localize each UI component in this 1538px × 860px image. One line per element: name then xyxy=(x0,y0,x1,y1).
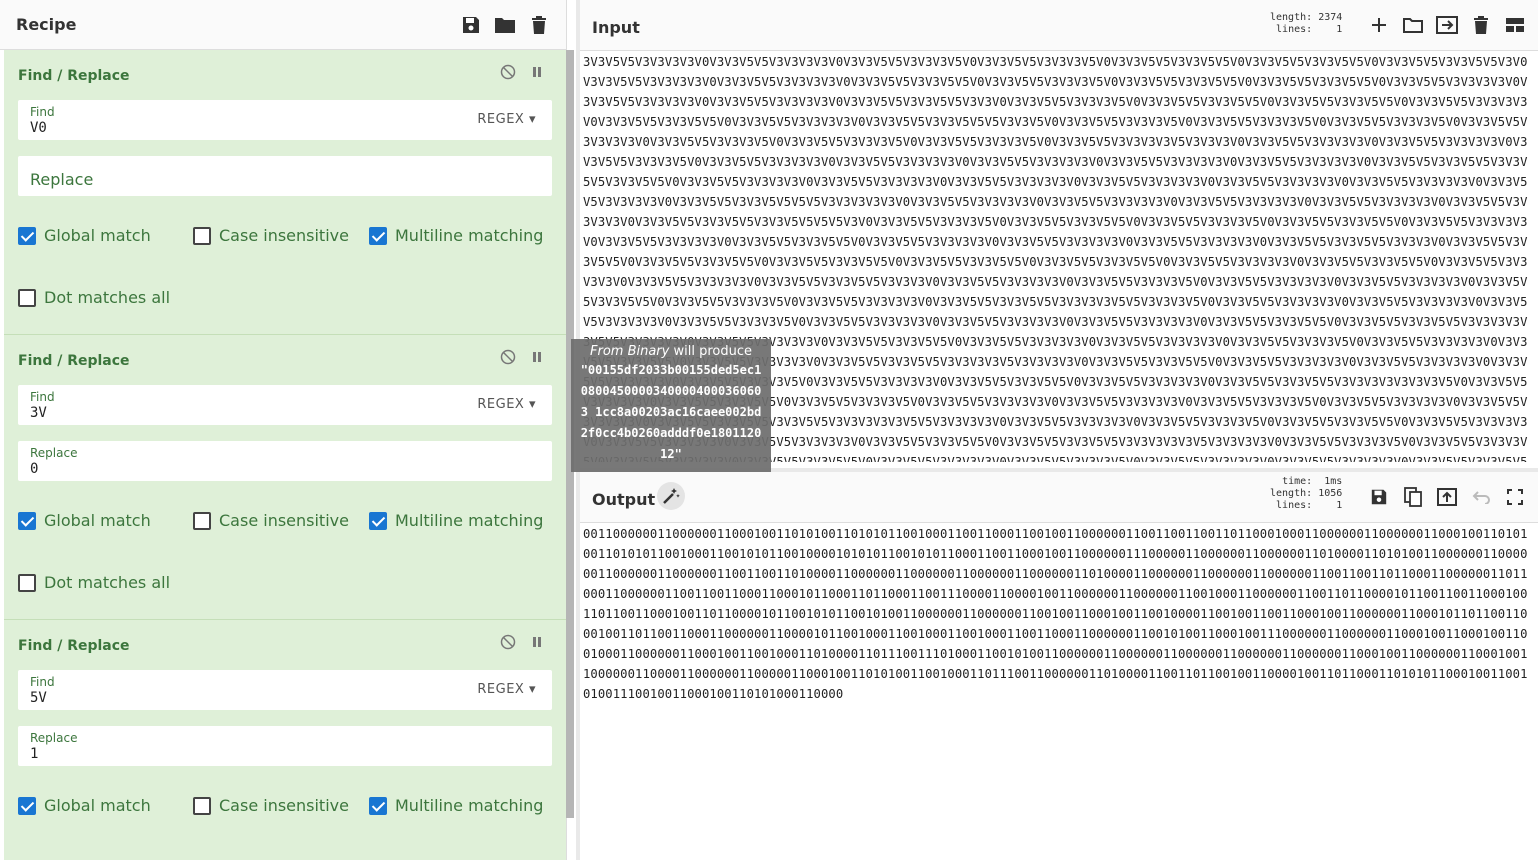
input-stats: length: 2374 lines: 1 xyxy=(1270,12,1343,35)
layout-icon[interactable] xyxy=(1504,14,1526,36)
dot-matches-all-checkbox[interactable]: Dot matches all xyxy=(18,288,170,307)
global-match-checkbox[interactable]: Global match xyxy=(18,511,151,530)
replace-placeholder: Replace xyxy=(30,170,94,189)
replace-value[interactable]: 1 xyxy=(30,746,38,762)
multiline-matching-checkbox[interactable]: Multiline matching xyxy=(369,796,543,815)
multiline-matching-checkbox[interactable]: Multiline matching xyxy=(369,226,543,245)
magic-tooltip: From Binary will produce "00155df2033b00… xyxy=(571,339,771,472)
save-icon[interactable] xyxy=(460,14,482,36)
tooltip-result: "00155df2033b00155ded5ec1080045000034000… xyxy=(580,363,762,461)
replace-input-icon[interactable] xyxy=(1436,486,1458,508)
magic-wand-icon[interactable] xyxy=(657,482,685,510)
disable-icon[interactable] xyxy=(500,349,516,369)
find-label: Find xyxy=(30,105,55,119)
replace-field[interactable]: Replace xyxy=(18,156,552,196)
disable-icon[interactable] xyxy=(500,64,516,84)
case-insensitive-checkbox[interactable]: Case insensitive xyxy=(193,226,349,245)
global-match-checkbox[interactable]: Global match xyxy=(18,796,151,815)
find-value[interactable]: 5V xyxy=(30,690,47,706)
recipe-pane: Recipe Find / Replace Find V0 REGEX ▾ Re… xyxy=(0,0,567,860)
case-insensitive-checkbox[interactable]: Case insensitive xyxy=(193,511,349,530)
folder-icon[interactable] xyxy=(494,14,516,36)
output-text[interactable]: 0011000000110000001100010011010100110101… xyxy=(583,524,1533,704)
find-field[interactable]: Find 5V REGEX ▾ xyxy=(18,670,552,710)
pause-icon[interactable] xyxy=(530,64,544,84)
output-stats: time: 1ms length: 1056 lines: 1 xyxy=(1270,476,1343,511)
output-header: Output time: 1ms length: 1056 lines: 1 xyxy=(580,472,1538,523)
operation-title: Find / Replace xyxy=(18,638,130,654)
operation-title: Find / Replace xyxy=(18,353,130,369)
input-header: Input length: 2374 lines: 1 xyxy=(580,0,1538,51)
regex-dropdown[interactable]: REGEX ▾ xyxy=(477,682,536,697)
output-pane: Output time: 1ms length: 1056 lines: 1 0… xyxy=(580,472,1538,860)
global-match-checkbox[interactable]: Global match xyxy=(18,226,151,245)
replace-value[interactable]: 0 xyxy=(30,461,38,477)
replace-label: Replace xyxy=(30,731,78,745)
regex-dropdown[interactable]: REGEX ▾ xyxy=(477,112,536,127)
output-title: Output xyxy=(592,490,656,509)
maximize-icon[interactable] xyxy=(1504,486,1526,508)
recipe-title: Recipe xyxy=(16,15,77,34)
folder-icon[interactable] xyxy=(1402,14,1424,36)
file-import-icon[interactable] xyxy=(1436,14,1458,36)
undo-icon[interactable] xyxy=(1470,486,1492,508)
recipe-header: Recipe xyxy=(0,0,566,50)
find-replace-operation: Find / Replace Find V0 REGEX ▾ Replace G… xyxy=(4,50,566,335)
trash-icon[interactable] xyxy=(1470,14,1492,36)
replace-field[interactable]: Replace 0 xyxy=(18,441,552,481)
find-value[interactable]: V0 xyxy=(30,120,47,136)
find-value[interactable]: 3V xyxy=(30,405,47,421)
input-title: Input xyxy=(592,18,640,37)
regex-dropdown[interactable]: REGEX ▾ xyxy=(477,397,536,412)
save-icon[interactable] xyxy=(1368,486,1390,508)
disable-icon[interactable] xyxy=(500,634,516,654)
case-insensitive-checkbox[interactable]: Case insensitive xyxy=(193,796,349,815)
multiline-matching-checkbox[interactable]: Multiline matching xyxy=(369,511,543,530)
trash-icon[interactable] xyxy=(528,14,550,36)
replace-label: Replace xyxy=(30,446,78,460)
plus-icon[interactable] xyxy=(1368,14,1390,36)
copy-icon[interactable] xyxy=(1402,486,1424,508)
find-label: Find xyxy=(30,675,55,689)
find-field[interactable]: Find V0 REGEX ▾ xyxy=(18,100,552,140)
find-replace-operation: Find / Replace Find 3V REGEX ▾ Replace 0… xyxy=(4,335,566,620)
tooltip-heading: From Binary will produce xyxy=(590,344,752,359)
operation-title: Find / Replace xyxy=(18,68,130,84)
find-field[interactable]: Find 3V REGEX ▾ xyxy=(18,385,552,425)
pause-icon[interactable] xyxy=(530,634,544,654)
replace-field[interactable]: Replace 1 xyxy=(18,726,552,766)
pause-icon[interactable] xyxy=(530,349,544,369)
find-replace-operation: Find / Replace Find 5V REGEX ▾ Replace 1… xyxy=(4,620,566,860)
dot-matches-all-checkbox[interactable]: Dot matches all xyxy=(18,573,170,592)
find-label: Find xyxy=(30,390,55,404)
